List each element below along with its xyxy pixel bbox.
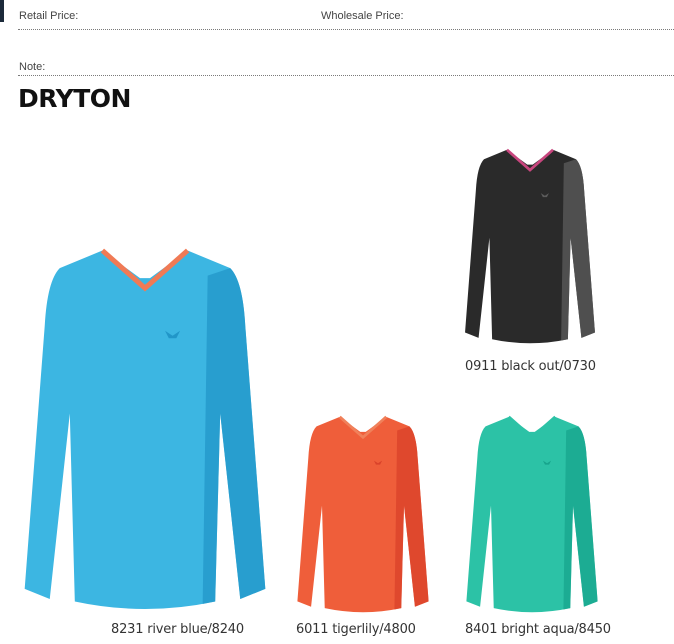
- shirt-drawing: [466, 415, 598, 613]
- shirt-drawing: [465, 148, 595, 344]
- shirt-drawing: [24, 248, 266, 609]
- variant-caption-black-out: 0911 black out/0730: [465, 359, 596, 374]
- price-field-rule: [18, 29, 674, 30]
- note-field-rule: [18, 75, 674, 76]
- shirt-image-tigerlily: [297, 415, 429, 613]
- product-title: DRYTON: [18, 84, 131, 113]
- shirt-drawing: [297, 415, 429, 613]
- variant-caption-river-blue: 8231 river blue/8240: [111, 622, 244, 637]
- shirt-image-bright-aqua: [466, 415, 598, 613]
- wholesale-price-label: Wholesale Price:: [321, 10, 404, 22]
- variant-caption-tigerlily: 6011 tigerlily/4800: [296, 622, 416, 637]
- page-edge-marker: [0, 0, 4, 22]
- shirt-image-river-blue: [24, 248, 266, 609]
- shirt-image-black-out: [465, 148, 595, 344]
- retail-price-label: Retail Price:: [19, 10, 79, 22]
- note-label: Note:: [19, 61, 46, 73]
- variant-caption-bright-aqua: 8401 bright aqua/8450: [465, 622, 611, 637]
